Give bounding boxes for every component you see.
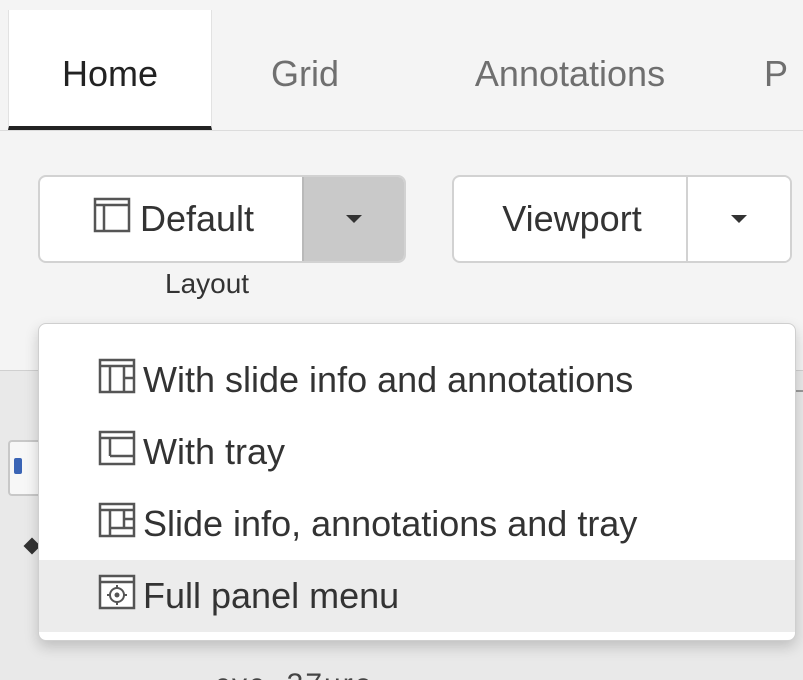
menu-item-label: With slide info and annotations bbox=[143, 359, 634, 400]
menu-item-tray[interactable]: With tray bbox=[39, 416, 795, 488]
layout-default-icon bbox=[92, 195, 132, 244]
viewport-button-group: Viewport bbox=[452, 175, 792, 263]
ribbon-tab-bar: Home Grid Annotations P bbox=[0, 0, 803, 131]
background-indicator-icon bbox=[14, 458, 22, 474]
menu-item-label: Slide info, annotations and tray bbox=[143, 503, 638, 544]
background-partial-text: cvc..37ure bbox=[215, 668, 373, 680]
menu-item-info-annotations-tray[interactable]: Slide info, annotations and tray bbox=[39, 488, 795, 560]
layout-group-caption: Layout bbox=[165, 268, 250, 299]
menu-item-label: With tray bbox=[143, 431, 286, 472]
viewport-button-label: Viewport bbox=[502, 198, 642, 239]
menu-item-full-panel-menu[interactable]: Full panel menu bbox=[39, 560, 795, 632]
layout-dropdown-toggle[interactable] bbox=[302, 177, 404, 261]
menu-item-info-annotations[interactable]: With slide info and annotations bbox=[39, 344, 795, 416]
tab-home[interactable]: Home bbox=[8, 10, 212, 130]
layout-dropdown-menu: With slide info and annotations With tra… bbox=[38, 323, 796, 641]
viewport-button[interactable]: Viewport bbox=[454, 177, 690, 261]
app-window: Home Grid Annotations P Default Layout V… bbox=[0, 0, 803, 680]
layout-default-button[interactable]: Default bbox=[40, 177, 306, 261]
menu-item-label: Full panel menu bbox=[143, 575, 400, 616]
tab-annotations[interactable]: Annotations bbox=[420, 10, 720, 130]
layout-tray-icon bbox=[97, 428, 137, 477]
caret-down-icon bbox=[346, 215, 362, 223]
tab-grid[interactable]: Grid bbox=[230, 10, 380, 130]
viewport-dropdown-toggle[interactable] bbox=[686, 177, 790, 261]
layout-info-annotations-icon bbox=[97, 356, 137, 405]
layout-button-group: Default bbox=[38, 175, 406, 263]
tab-partially-visible[interactable]: P bbox=[750, 10, 803, 130]
full-panel-menu-icon bbox=[97, 572, 137, 621]
layout-info-annotations-tray-icon bbox=[97, 500, 137, 549]
layout-button-label: Default bbox=[139, 198, 255, 239]
caret-down-icon bbox=[731, 215, 747, 223]
